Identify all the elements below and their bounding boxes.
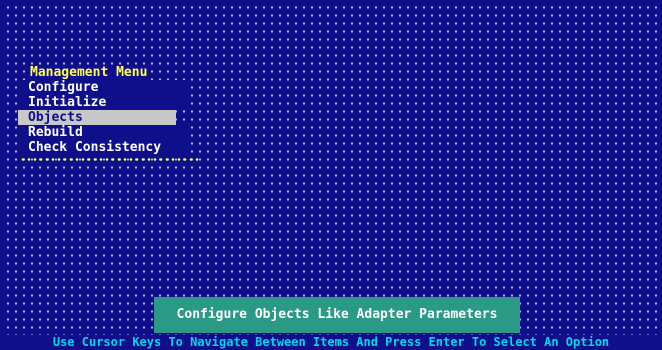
menu-item-configure[interactable]: Configure [18,80,188,95]
dotted-row [4,262,658,265]
dotted-row [4,222,658,225]
menu-item-objects[interactable]: Objects [18,110,176,125]
dotted-row [4,198,658,201]
menu-title: Management Menu [28,65,150,80]
dotted-row [4,190,658,193]
dotted-row [4,46,658,49]
dotted-row [4,238,658,241]
menu-item-initialize[interactable]: Initialize [18,95,188,110]
menu-bottom-border [20,158,200,161]
dotted-row [4,278,658,281]
dotted-row [4,254,658,257]
dotted-row [4,30,658,33]
dotted-row [4,270,658,273]
status-bar: Use Cursor Keys To Navigate Between Item… [0,335,662,350]
dotted-row [4,14,658,17]
dotted-row [4,22,658,25]
menu-item-rebuild[interactable]: Rebuild [18,125,188,140]
dotted-row [4,174,658,177]
dotted-row [4,286,658,289]
dotted-row [4,230,658,233]
dotted-row [4,38,658,41]
menu-item-check-consistency[interactable]: Check Consistency [18,140,188,155]
dotted-row [4,166,658,169]
dotted-row [4,246,658,249]
dotted-row [4,214,658,217]
dotted-row [4,206,658,209]
management-menu: Management Menu Configure Initialize Obj… [18,65,200,161]
dotted-row [4,6,658,9]
dotted-row [4,182,658,185]
hint-box: Configure Objects Like Adapter Parameter… [154,297,520,333]
menu-list: Configure Initialize Objects Rebuild Che… [18,80,188,155]
dotted-row [4,54,658,57]
